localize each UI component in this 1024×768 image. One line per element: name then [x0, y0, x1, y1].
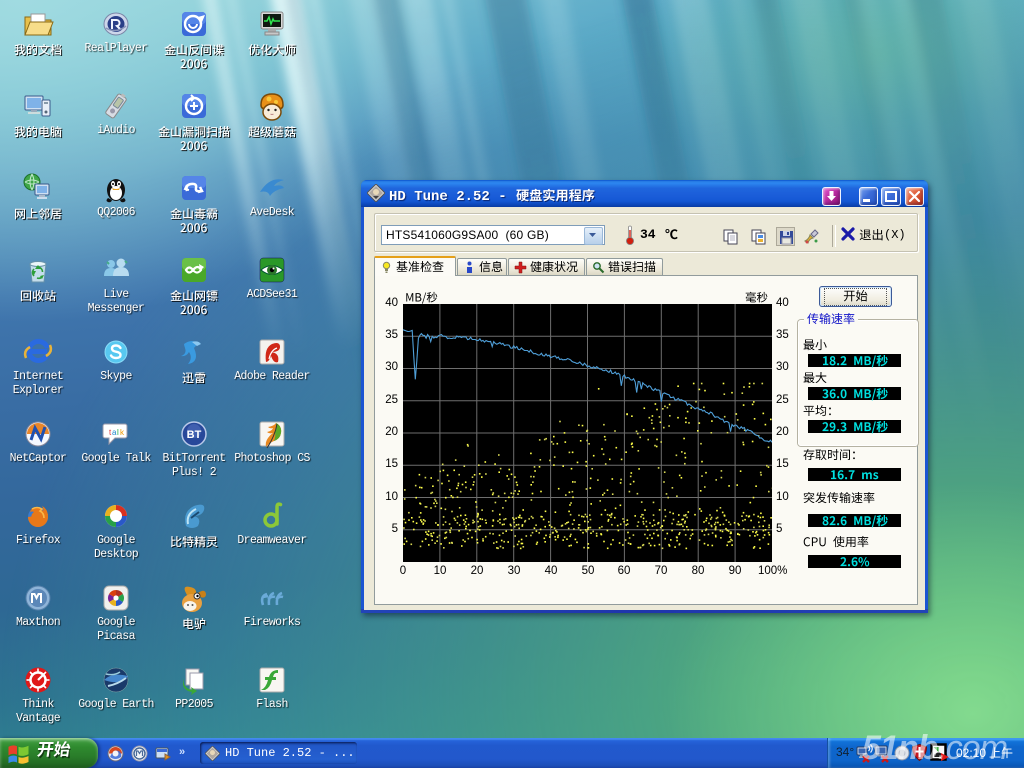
svg-text:l: l	[117, 428, 119, 437]
svg-text:BT: BT	[187, 429, 202, 441]
